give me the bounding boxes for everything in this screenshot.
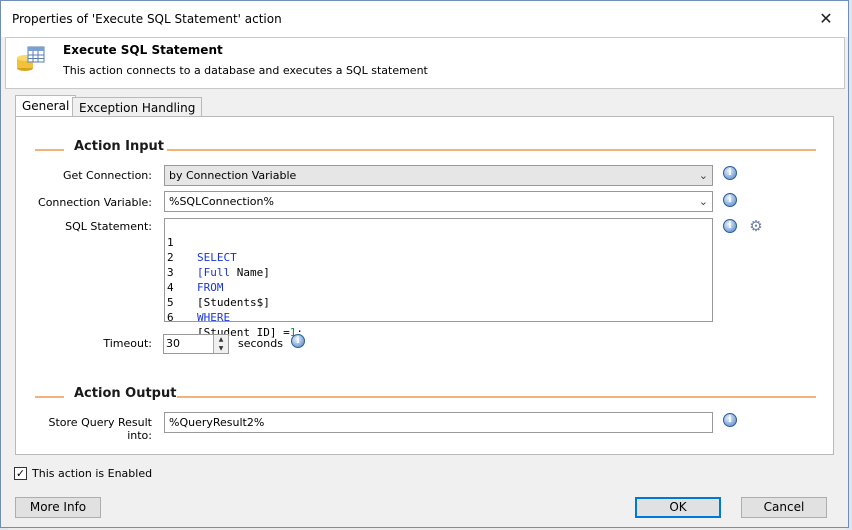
sql-identifier: [Students$] bbox=[197, 296, 270, 309]
spinner-buttons[interactable]: ▲ ▼ bbox=[213, 335, 228, 353]
sql-identifier: Name] bbox=[230, 266, 270, 279]
chevron-down-icon: ⌄ bbox=[698, 195, 708, 208]
sql-line: 1 SELECT bbox=[165, 220, 237, 264]
gear-icon[interactable]: ⚙ bbox=[748, 218, 764, 234]
timeout-unit: seconds bbox=[238, 337, 283, 350]
cancel-button[interactable]: Cancel bbox=[741, 497, 827, 518]
info-icon[interactable]: i bbox=[723, 219, 737, 233]
connection-variable-label: Connection Variable: bbox=[38, 196, 152, 209]
window-title: Properties of 'Execute SQL Statement' ac… bbox=[12, 12, 282, 26]
info-icon[interactable]: i bbox=[723, 413, 737, 427]
tab-general[interactable]: General bbox=[15, 95, 77, 117]
sql-line: 4 [Students$] bbox=[165, 265, 270, 309]
timeout-label: Timeout: bbox=[103, 337, 152, 350]
sql-text: [Full Name] bbox=[197, 265, 270, 280]
get-connection-dropdown[interactable]: by Connection Variable ⌄ bbox=[164, 165, 713, 186]
get-connection-value: by Connection Variable bbox=[169, 169, 297, 182]
sql-editor[interactable]: 1 SELECT 2 [Full Name] 3 FROM 4 [Student… bbox=[164, 218, 713, 339]
store-result-label: Store Query Result into: bbox=[48, 416, 153, 442]
sql-line: 2 [Full Name] bbox=[165, 235, 270, 279]
sql-statement-label: SQL Statement: bbox=[65, 220, 152, 233]
action-title: Execute SQL Statement bbox=[63, 43, 223, 57]
more-info-button[interactable]: More Info bbox=[15, 497, 101, 518]
close-button[interactable]: ✕ bbox=[816, 9, 836, 29]
action-output-heading: Action Output bbox=[74, 386, 177, 401]
line-number: 6 bbox=[167, 311, 174, 324]
chevron-down-icon: ⌄ bbox=[698, 169, 708, 182]
connection-variable-combobox[interactable]: %SQLConnection% ⌄ bbox=[164, 191, 713, 212]
enabled-checkbox[interactable]: ✓ bbox=[14, 467, 27, 480]
tab-exception-handling[interactable]: Exception Handling bbox=[72, 97, 203, 117]
section-divider-left bbox=[35, 396, 64, 398]
sql-line: 6 [Student ID] =1; bbox=[165, 295, 303, 339]
store-result-input[interactable]: %QueryResult2% bbox=[164, 412, 713, 433]
sql-line: 5 WHERE bbox=[165, 280, 230, 324]
action-input-heading: Action Input bbox=[74, 139, 165, 154]
timeout-spinner[interactable]: 30 ▲ ▼ bbox=[163, 334, 229, 354]
action-header: Execute SQL Statement This action connec… bbox=[5, 37, 845, 89]
info-icon[interactable]: i bbox=[723, 166, 737, 180]
properties-dialog: Properties of 'Execute SQL Statement' ac… bbox=[0, 0, 849, 528]
database-table-icon bbox=[14, 44, 46, 76]
connection-variable-value: %SQLConnection% bbox=[169, 195, 274, 208]
timeout-value: 30 bbox=[166, 337, 180, 350]
sql-line: 3 FROM bbox=[165, 250, 224, 294]
title-bar[interactable]: Properties of 'Execute SQL Statement' ac… bbox=[1, 1, 848, 37]
enabled-checkbox-label: This action is Enabled bbox=[32, 467, 153, 480]
action-description: This action connects to a database and e… bbox=[63, 64, 428, 77]
info-icon[interactable]: i bbox=[291, 334, 305, 348]
section-divider-right bbox=[177, 396, 816, 398]
section-divider-left bbox=[35, 149, 64, 151]
get-connection-label: Get Connection: bbox=[62, 169, 152, 182]
ok-button[interactable]: OK bbox=[635, 497, 721, 518]
info-icon[interactable]: i bbox=[723, 193, 737, 207]
section-divider-right bbox=[167, 149, 816, 151]
